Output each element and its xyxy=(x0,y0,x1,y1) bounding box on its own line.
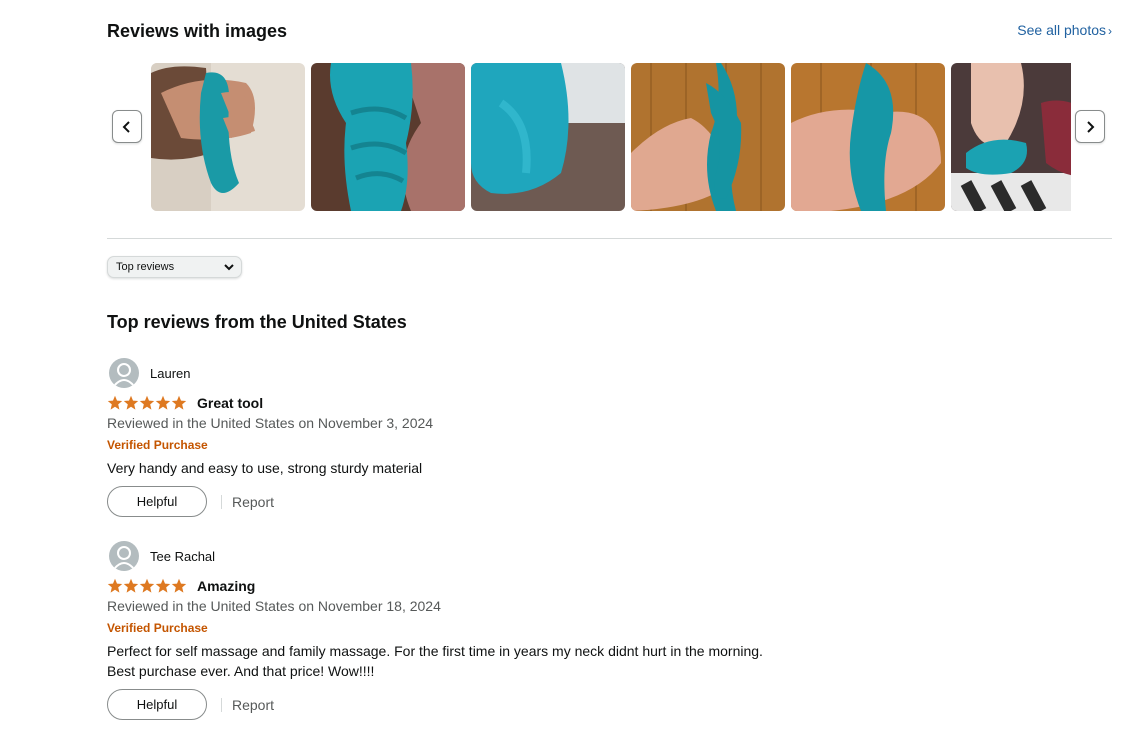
chevron-right-icon xyxy=(1087,120,1095,133)
report-link[interactable]: Report xyxy=(232,697,274,713)
report-link[interactable]: Report xyxy=(232,494,274,510)
review-body-line: Perfect for self massage and family mass… xyxy=(107,643,763,659)
five-stars-icon xyxy=(107,395,187,410)
reviewer-profile[interactable]: Tee Rachal xyxy=(107,541,1007,571)
reviewer-name: Tee Rachal xyxy=(150,549,216,564)
helpful-button[interactable]: Helpful xyxy=(107,689,207,720)
see-all-photos-label: See all photos xyxy=(1017,22,1106,38)
review-date: Reviewed in the United States on Novembe… xyxy=(107,598,441,614)
helpful-button[interactable]: Helpful xyxy=(107,486,207,517)
review-item: Lauren Great tool Reviewed in the United… xyxy=(107,358,1007,518)
reviewer-profile[interactable]: Lauren xyxy=(107,358,1007,388)
user-silhouette-icon xyxy=(113,363,135,387)
avatar xyxy=(109,541,139,571)
review-image-3[interactable] xyxy=(471,63,625,211)
review-image-2[interactable] xyxy=(311,63,465,211)
review-body: Very handy and easy to use, strong sturd… xyxy=(107,458,422,478)
see-all-photos-link[interactable]: See all photos › xyxy=(1017,22,1112,38)
review-body: Perfect for self massage and family mass… xyxy=(107,641,763,681)
chevron-down-icon xyxy=(224,264,234,271)
verified-purchase-badge[interactable]: Verified Purchase xyxy=(107,438,208,452)
sort-reviews-dropdown[interactable]: Top reviews xyxy=(107,256,242,278)
review-item: Tee Rachal Amazing Reviewed in the Unite… xyxy=(107,541,1007,721)
review-body-line: Very handy and easy to use, strong sturd… xyxy=(107,460,423,476)
section-divider xyxy=(107,238,1112,239)
review-title[interactable]: Amazing xyxy=(197,578,255,594)
review-images-carousel xyxy=(151,63,1071,211)
top-reviews-heading: Top reviews from the United States xyxy=(107,312,407,332)
action-separator xyxy=(221,697,222,712)
review-title[interactable]: Great tool xyxy=(197,395,263,411)
reviews-with-images-title: Reviews with images xyxy=(107,21,288,41)
chevron-left-icon xyxy=(122,120,130,133)
review-image-1[interactable] xyxy=(151,63,305,211)
review-body-line: Best purchase ever. And that price! Wow!… xyxy=(107,663,375,679)
review-image-5[interactable] xyxy=(791,63,945,211)
action-separator xyxy=(221,494,222,509)
review-actions: Helpful Report xyxy=(107,486,274,517)
user-silhouette-icon xyxy=(113,546,135,570)
avatar xyxy=(109,358,139,388)
carousel-prev-button[interactable] xyxy=(112,110,142,143)
review-image-4[interactable] xyxy=(631,63,785,211)
carousel-next-button[interactable] xyxy=(1075,110,1105,143)
sort-selected-value: Top reviews xyxy=(116,261,175,273)
review-image-6[interactable] xyxy=(951,63,1071,211)
star-rating[interactable] xyxy=(107,395,187,411)
star-rating[interactable] xyxy=(107,578,187,594)
review-actions: Helpful Report xyxy=(107,689,274,720)
verified-purchase-badge[interactable]: Verified Purchase xyxy=(107,621,208,635)
chevron-right-small-icon: › xyxy=(1108,24,1112,38)
review-date: Reviewed in the United States on Novembe… xyxy=(107,415,434,431)
reviewer-name: Lauren xyxy=(150,366,191,381)
five-stars-icon xyxy=(107,578,187,593)
